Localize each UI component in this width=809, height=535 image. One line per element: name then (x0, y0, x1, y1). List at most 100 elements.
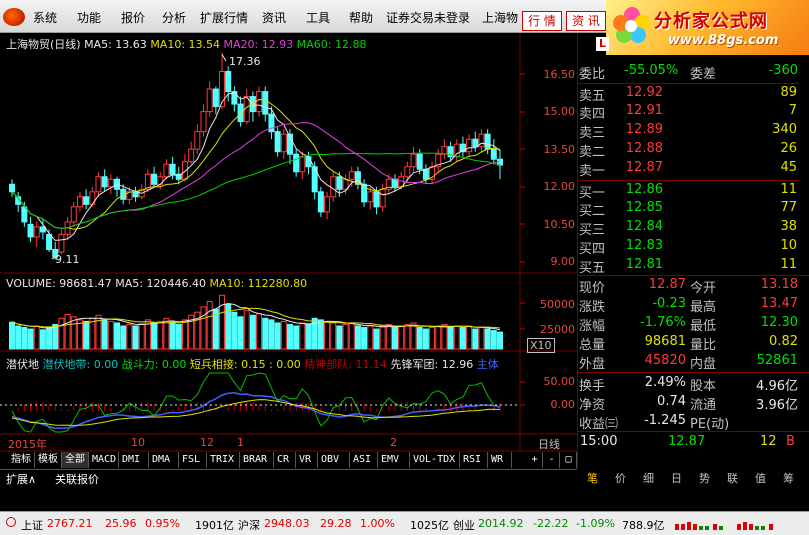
volume-bar (237, 316, 244, 350)
kline-chart[interactable] (0, 33, 577, 452)
volume-bar (39, 329, 46, 350)
menu-news[interactable]: 资讯 (262, 9, 286, 26)
volume-bar (76, 319, 83, 350)
ind-value-d: 精神部队: 11.14 (304, 358, 387, 371)
menu-extended-quotes[interactable]: 扩展行情 (200, 9, 248, 26)
volume-tick: 50000 (540, 298, 575, 311)
indicator-tab[interactable]: DMA (149, 452, 179, 468)
indicator-tab[interactable]: OBV (318, 452, 350, 468)
indicator-tab[interactable]: ASI (350, 452, 378, 468)
ma10-label: MA10: 13.54 (150, 38, 221, 51)
bid-row[interactable]: 买三 12.84 38 (577, 218, 799, 238)
indicator-tab[interactable]: 全部 (62, 452, 89, 468)
quotes-button[interactable]: 行 情 (522, 11, 562, 31)
menu-analysis[interactable]: 分析 (162, 9, 186, 26)
ask-row[interactable]: 卖二 12.88 26 (577, 140, 799, 160)
indicator-tab[interactable]: VOL-TDX (410, 452, 460, 468)
alarm-icon[interactable] (6, 517, 16, 527)
volume-bar (157, 320, 164, 350)
candle-body (472, 138, 479, 148)
quote-tab[interactable]: 细 (643, 470, 654, 486)
volume-bar (293, 325, 300, 350)
indicator-tab[interactable]: 指标 (8, 452, 35, 468)
quote-tab[interactable]: 笔 (587, 470, 598, 486)
volume-bar (391, 327, 398, 350)
ask-row[interactable]: 卖三 12.89 340 (577, 121, 799, 141)
fin-label: 股本 (690, 379, 717, 394)
ask-row[interactable]: 卖四 12.91 7 (577, 102, 799, 122)
cy-percent: -1.09% (576, 517, 615, 530)
candle-body (336, 176, 343, 190)
weibi-label: 委比 (579, 67, 606, 82)
bid-price: 12.81 (625, 257, 663, 272)
period-label[interactable]: 日线 (538, 436, 560, 452)
quote-tab[interactable]: 价 (615, 470, 626, 486)
menu-trade-login[interactable]: 证券交易未登录 (386, 9, 470, 26)
cy-amount: 788.9亿 (622, 519, 665, 532)
indicator-tab[interactable]: 模板 (35, 452, 62, 468)
fin-label: 收益㈢ (579, 417, 619, 432)
zoom-out-button[interactable]: - (544, 452, 560, 468)
menu-function[interactable]: 功能 (77, 9, 101, 26)
candle-body (33, 226, 40, 238)
bid-row[interactable]: 买二 12.85 77 (577, 199, 799, 219)
indicator-tab[interactable]: WR (488, 452, 512, 468)
indicator-tab[interactable]: TRIX (207, 452, 240, 468)
menu-quote[interactable]: 报价 (121, 9, 145, 26)
indicator-tab[interactable]: VR (296, 452, 318, 468)
vol-ma10-label: MA10: 112280.80 (209, 277, 308, 290)
stat-label: 内盘 (690, 357, 717, 372)
bid-price: 12.84 (625, 219, 663, 234)
candle-body (151, 173, 158, 185)
quote-tab[interactable]: 日 (671, 470, 682, 486)
quote-tab[interactable]: 值 (755, 470, 766, 486)
quote-tab[interactable]: 势 (699, 470, 710, 486)
window-toggle-button[interactable]: □ (561, 452, 577, 468)
indicator-tab[interactable]: MACD (89, 452, 119, 468)
menu-help[interactable]: 帮助 (349, 9, 373, 26)
stock-name-field[interactable]: 上海物 (482, 9, 518, 26)
candle-body (367, 191, 374, 203)
volume-bar (373, 328, 380, 350)
bid-row[interactable]: 买四 12.83 10 (577, 237, 799, 257)
news-button[interactable]: 资 讯 (566, 11, 606, 31)
ma-line-40 (11, 152, 501, 229)
related-quotes-tab[interactable]: 关联报价 (55, 471, 99, 487)
bid-row[interactable]: 买一 12.86 11 (577, 180, 799, 201)
tick-volume: 12 (760, 434, 777, 449)
indicator-tab[interactable]: RSI (460, 452, 488, 468)
volume-bar (441, 323, 448, 350)
price-tick: 9.00 (550, 255, 576, 268)
ask-volume: 7 (788, 103, 797, 118)
candle-body (212, 88, 219, 108)
menu-system[interactable]: 系统 (33, 9, 57, 26)
zoom-in-button[interactable]: + (527, 452, 543, 468)
expand-tab[interactable]: 扩展∧ (6, 471, 36, 487)
volume-bar (490, 330, 497, 350)
indicator-tab[interactable]: EMV (378, 452, 410, 468)
app-logo-icon[interactable] (3, 8, 25, 26)
volume-bar (33, 325, 40, 350)
indicator-tab[interactable]: BRAR (240, 452, 274, 468)
stat-value: -0.23 (652, 296, 686, 311)
high-marker (221, 54, 227, 62)
ask-price: 12.91 (625, 103, 663, 118)
quote-tab[interactable]: 联 (727, 470, 738, 486)
ask-row[interactable]: 卖一 12.87 45 (577, 159, 799, 179)
indicator-tab[interactable]: FSL (179, 452, 207, 468)
ask-row[interactable]: 卖五 12.92 89 (577, 83, 799, 104)
menu-tools[interactable]: 工具 (306, 9, 330, 26)
bid-row[interactable]: 买五 12.81 11 (577, 256, 799, 276)
indicator-tab[interactable]: DMI (119, 452, 149, 468)
volume-bar (348, 322, 355, 350)
volume-bar (398, 325, 405, 350)
cy-value: 2014.92 (478, 517, 524, 530)
indicator-tab[interactable]: CR (274, 452, 296, 468)
volume-bar (83, 320, 90, 350)
volume-bar (404, 323, 411, 350)
sh-change: 25.96 (105, 517, 137, 530)
quote-tab[interactable]: 筹 (783, 470, 794, 486)
candle-body (200, 111, 207, 133)
indicator-line-blue (11, 392, 501, 429)
candle-body (379, 188, 386, 208)
